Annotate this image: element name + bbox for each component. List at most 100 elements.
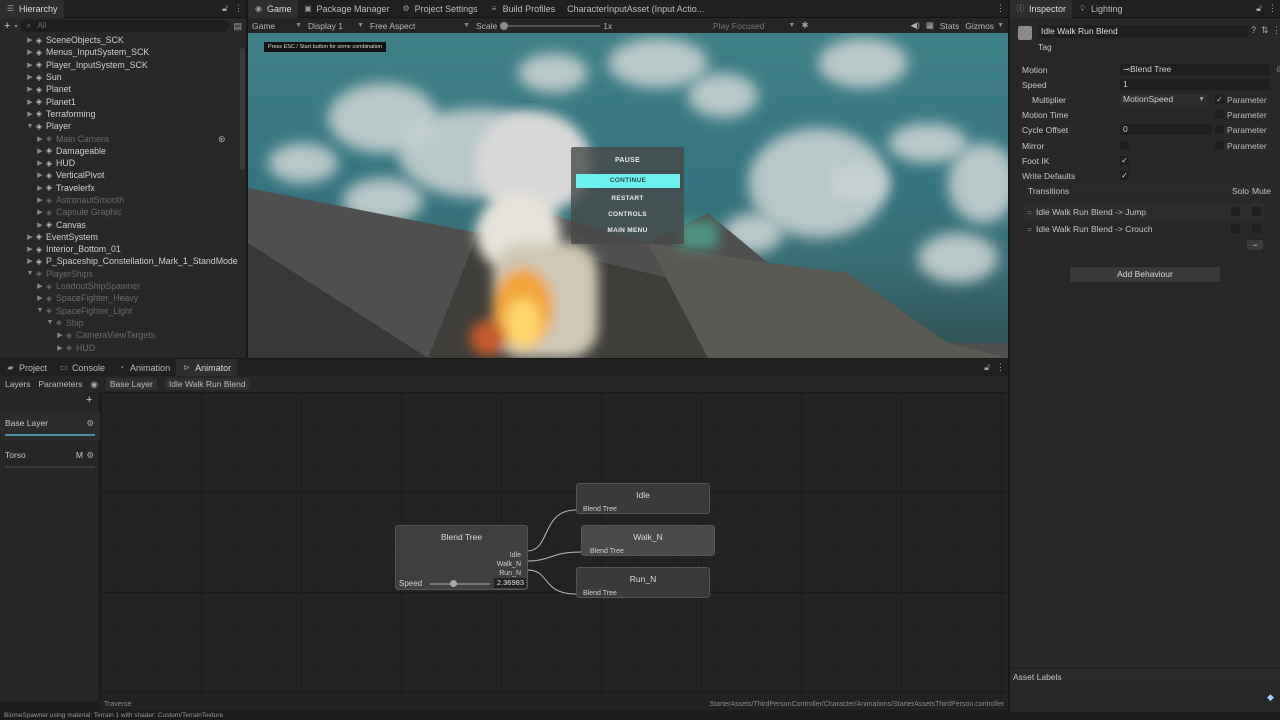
checkbox-icon[interactable]	[1215, 141, 1224, 150]
tab-input-asset[interactable]: CharacterInputAsset (Input Actio...	[561, 0, 710, 18]
cycle-offset-parameter-toggle[interactable]: Parameter	[1215, 125, 1267, 135]
add-behaviour-button[interactable]: Add Behaviour	[1069, 266, 1221, 283]
add-layer-icon[interactable]: +	[86, 394, 92, 406]
main-menu-button[interactable]: MAIN MENU	[571, 227, 684, 234]
child-node-walk[interactable]: Walk_N Blend Tree	[581, 525, 715, 556]
more-icon[interactable]: ⋮	[993, 3, 1008, 14]
hierarchy-item[interactable]: ▶ ◈ SceneObjects_SCK	[0, 34, 240, 46]
hierarchy-item[interactable]: ▶ ◈ VerticalPivot	[0, 169, 240, 181]
expand-arrow-icon[interactable]: ▶	[36, 196, 44, 204]
checkbox-icon[interactable]	[1215, 110, 1224, 119]
hierarchy-item[interactable]: ▶ ◈ Menus_InputSystem_SCK	[0, 46, 240, 58]
mirror-checkbox[interactable]	[1120, 141, 1129, 150]
expand-arrow-icon[interactable]: ▶	[36, 171, 44, 179]
hierarchy-item[interactable]: ▼ ◈ SpaceFighter_Light	[0, 305, 240, 317]
solo-checkbox[interactable]	[1231, 207, 1240, 216]
lock-icon[interactable]: 🔓︎	[1253, 3, 1265, 14]
hierarchy-item[interactable]: ▶ ◈ Planet	[0, 83, 240, 95]
hierarchy-item[interactable]: ▶ ◈ Sun	[0, 71, 240, 83]
label-icon[interactable]: ◆	[1267, 692, 1274, 703]
mute-checkbox[interactable]	[1252, 207, 1261, 216]
tab-hierarchy[interactable]: ☰ Hierarchy	[0, 0, 64, 18]
display-dropdown[interactable]: Display 1 ▼	[308, 21, 364, 31]
hierarchy-item[interactable]: ▼ ◈ Player	[0, 120, 240, 132]
hierarchy-item[interactable]: ▼ ◈ PlayerShips	[0, 268, 240, 280]
stats-button[interactable]: Stats	[940, 21, 959, 31]
speed-slider-handle[interactable]	[449, 580, 457, 587]
eye-icon[interactable]: ◉	[90, 379, 97, 390]
object-picker-icon[interactable]: ⊙	[1276, 64, 1280, 75]
tab-animator[interactable]: ⊳ Animator	[176, 358, 238, 377]
hierarchy-scrollbar[interactable]	[240, 48, 245, 170]
transition-row[interactable]: = Idle Walk Run Blend -> Crouch	[1024, 220, 1264, 237]
hierarchy-item[interactable]: ▶ ◈ Terraforming	[0, 108, 240, 120]
tab-parameters[interactable]: Parameters	[39, 379, 83, 389]
expand-arrow-icon[interactable]: ▶	[36, 159, 44, 167]
hierarchy-item[interactable]: ▶ ◈ Travelerfx	[0, 182, 240, 194]
layer-item[interactable]: Torso M ⚙	[0, 444, 100, 472]
expand-arrow-icon[interactable]: ▶	[36, 184, 44, 192]
hierarchy-item[interactable]: ▶ ◈ HUD	[0, 341, 240, 353]
bug-icon[interactable]: ✱	[801, 20, 808, 31]
controls-button[interactable]: CONTROLS	[571, 211, 684, 218]
expand-arrow-icon[interactable]: ▶	[26, 36, 34, 44]
expand-arrow-icon[interactable]: ▶	[26, 257, 34, 265]
expand-arrow-icon[interactable]: ▶	[36, 208, 44, 216]
motion-field[interactable]: ⊸Blend Tree	[1120, 64, 1270, 75]
hierarchy-item[interactable]: ▶ ◈ Planet1	[0, 95, 240, 107]
tab-package-manager[interactable]: ▣ Package Manager	[298, 0, 396, 18]
hierarchy-item[interactable]: ▶ ◈ P_Spaceship_Constellation_Mark_1_Stand…	[0, 255, 240, 267]
expand-arrow-icon[interactable]: ▶	[26, 98, 34, 106]
hierarchy-item[interactable]: ▶ ◈ LoadoutShipSpawner	[0, 280, 240, 292]
hierarchy-item[interactable]: ▶ ◈ CameraViewTargets	[0, 329, 240, 341]
lock-icon[interactable]: 🔓︎	[981, 362, 993, 373]
camera-toggle-icon[interactable]: ⊛	[218, 134, 226, 145]
cycle-offset-field[interactable]: 0	[1120, 124, 1212, 135]
hierarchy-item[interactable]: ▶ ◈ Player_InputSystem_SCK	[0, 59, 240, 71]
checkbox-checked-icon[interactable]: ✓	[1215, 95, 1224, 104]
restart-button[interactable]: RESTART	[571, 195, 684, 202]
solo-checkbox[interactable]	[1231, 224, 1240, 233]
expand-arrow-icon[interactable]: ▶	[36, 221, 44, 229]
layout-icon[interactable]: ▦	[926, 20, 934, 31]
dropdown-icon[interactable]: ▾	[14, 23, 17, 30]
expand-arrow-icon[interactable]: ▶	[36, 294, 44, 302]
expand-arrow-icon[interactable]: ▶	[26, 73, 34, 81]
more-icon[interactable]: ⋮	[993, 362, 1008, 373]
child-node-run[interactable]: Run_N Blend Tree	[576, 567, 710, 598]
scale-slider[interactable]: Scale 1x	[476, 21, 626, 31]
hierarchy-item[interactable]: ▶ ◈ Capsule Graphic	[0, 206, 240, 218]
breadcrumb-base-layer[interactable]: Base Layer	[105, 378, 157, 390]
mute-checkbox[interactable]	[1252, 224, 1261, 233]
expand-arrow-icon[interactable]: ▶	[26, 245, 34, 253]
drag-handle-icon[interactable]: =	[1027, 224, 1032, 234]
expand-arrow-icon[interactable]: ▶	[26, 61, 34, 69]
continue-button[interactable]: CONTINUE	[576, 174, 680, 188]
filter-icon[interactable]: ▤	[233, 21, 242, 32]
hierarchy-item[interactable]: ▶ ◈ SpaceFighter_Heavy	[0, 292, 240, 304]
motion-time-parameter-toggle[interactable]: Parameter	[1215, 110, 1267, 120]
more-icon[interactable]: ⋮	[1265, 3, 1280, 14]
lock-icon[interactable]: 🔓︎	[219, 3, 231, 14]
speed-slider[interactable]	[430, 580, 490, 587]
speed-field[interactable]: 1	[1120, 79, 1270, 90]
expand-arrow-icon[interactable]: ▶	[56, 344, 64, 352]
hierarchy-item[interactable]: ▶ ◈ Damageable	[0, 145, 240, 157]
help-icon[interactable]: ?	[1251, 25, 1256, 35]
hierarchy-item[interactable]: ▶ ◈ Main Camera	[0, 132, 240, 144]
tab-console[interactable]: ▭ Console	[53, 359, 111, 377]
expand-arrow-icon[interactable]: ▼	[26, 123, 34, 130]
tab-game[interactable]: ◉ Game	[248, 0, 298, 18]
more-icon[interactable]: ⋮	[1272, 25, 1280, 36]
tab-project[interactable]: ▰ Project	[0, 359, 53, 377]
preset-icon[interactable]: ⇅	[1261, 25, 1269, 36]
hierarchy-item[interactable]: ▶ ◈ HUD	[0, 157, 240, 169]
hierarchy-search-input[interactable]: All	[21, 20, 230, 32]
object-name-field[interactable]: Idle Walk Run Blend	[1038, 25, 1248, 38]
game-mode-dropdown[interactable]: Game ▼	[252, 21, 302, 31]
game-viewport[interactable]: Press ESC / Start button for some combin…	[248, 33, 1008, 358]
more-icon[interactable]: ⋮	[231, 3, 246, 14]
remove-transition-button[interactable]: −	[1246, 239, 1264, 251]
aspect-dropdown[interactable]: Free Aspect ▼	[370, 21, 470, 31]
multiplier-parameter-toggle[interactable]: ✓ Parameter	[1215, 95, 1267, 105]
